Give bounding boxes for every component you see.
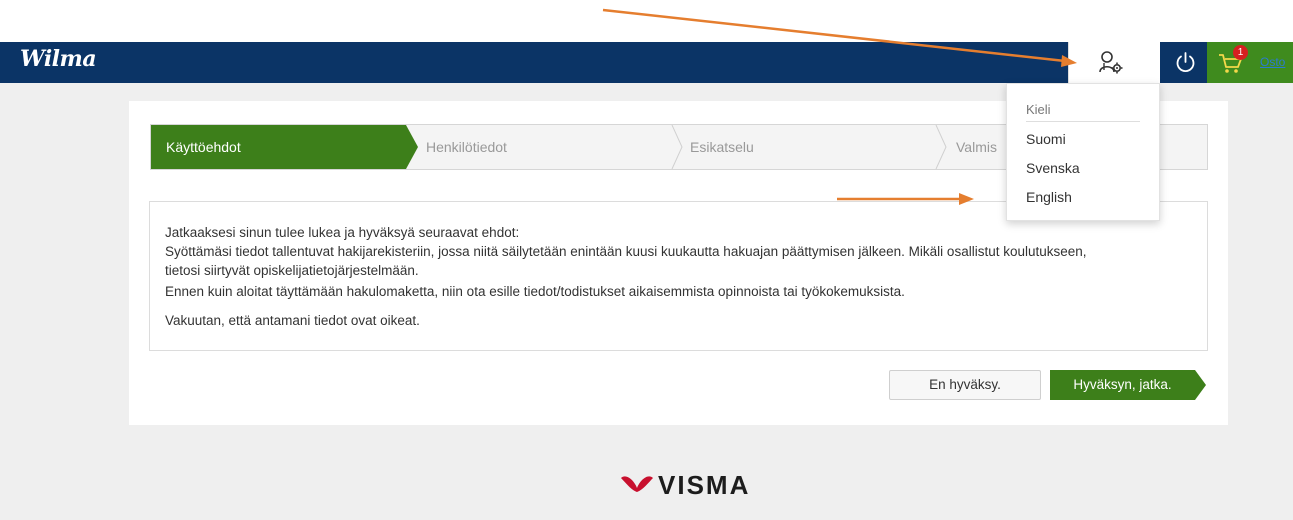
annotation-arrows	[602, 8, 1077, 205]
annotation-arrow-user-settings	[602, 8, 1077, 67]
visma-brand: VISMA	[658, 470, 751, 500]
annotation-arrow-english	[837, 193, 974, 205]
visma-logo-icon	[621, 476, 653, 492]
